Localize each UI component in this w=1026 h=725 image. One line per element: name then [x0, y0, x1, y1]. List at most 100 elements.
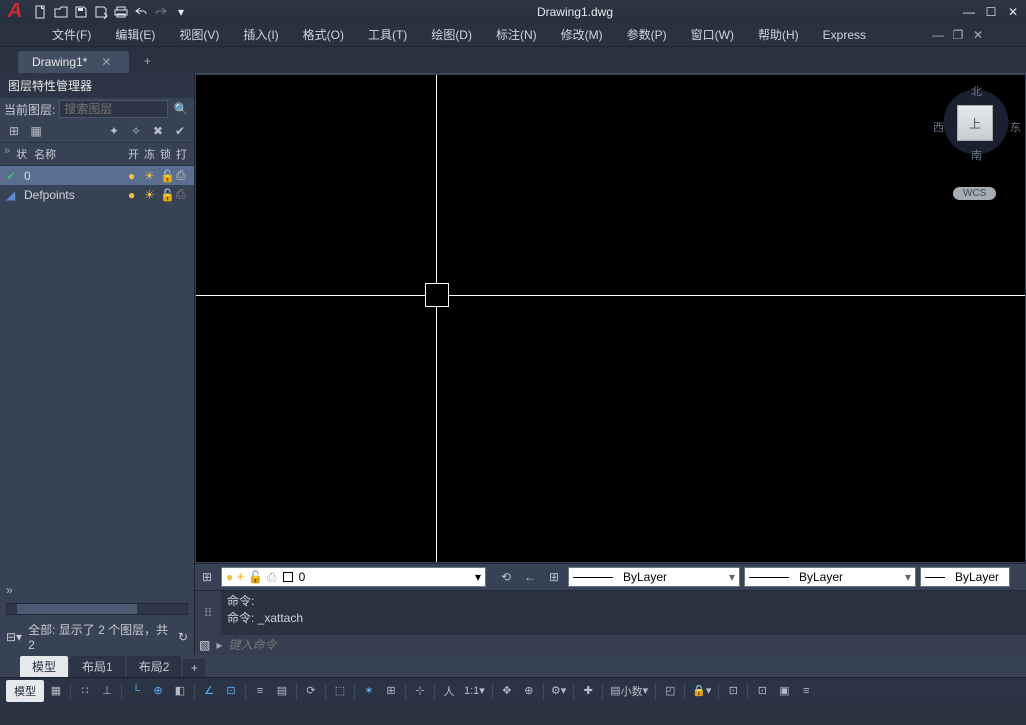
layer-row[interactable]: ✔ 0 ● ☀ 🔓 ⎙	[0, 166, 194, 185]
selection-filter-icon[interactable]: ⊞	[381, 680, 401, 702]
polar-icon[interactable]: ⊕	[148, 680, 168, 702]
set-current-icon[interactable]: ✔	[170, 122, 190, 140]
print-icon[interactable]	[112, 3, 130, 21]
undo-icon[interactable]	[132, 3, 150, 21]
menu-tools[interactable]: 工具(T)	[356, 23, 419, 46]
workspace-icon[interactable]: ⚙▾	[548, 680, 569, 702]
search-icon[interactable]: 🔍	[172, 100, 190, 118]
menu-window[interactable]: 窗口(W)	[679, 23, 746, 46]
units-button[interactable]: ▤ 小数▾	[607, 680, 651, 702]
view-cube[interactable]: 北 南 东 西 上 WCS	[931, 75, 1021, 205]
add-layout-tab[interactable]: +	[183, 659, 205, 677]
scale-button[interactable]: 1:1▾	[461, 680, 488, 702]
autoscale-icon[interactable]: ⊕	[519, 680, 539, 702]
layout-tab-model[interactable]: 模型	[20, 656, 68, 677]
minimize-button[interactable]: —	[960, 4, 978, 20]
doc-restore-button[interactable]: ❐	[950, 28, 966, 42]
compass-south[interactable]: 南	[971, 147, 982, 163]
lock-ui-icon[interactable]: 🔒▾	[689, 680, 714, 702]
cycle-icon[interactable]: ⟳	[301, 680, 321, 702]
3dosnap-icon[interactable]: ⬚	[330, 680, 350, 702]
refresh-icon[interactable]: ↻	[178, 630, 188, 644]
expand-panel-icon[interactable]: »	[6, 583, 188, 597]
col-freeze[interactable]: 冻	[142, 145, 158, 163]
lineweight-icon[interactable]: ≡	[250, 680, 270, 702]
on-icon[interactable]: ●	[126, 188, 142, 202]
otrack-icon[interactable]: ⊡	[221, 680, 241, 702]
menu-insert[interactable]: 插入(I)	[231, 23, 290, 46]
new-icon[interactable]	[32, 3, 50, 21]
menu-help[interactable]: 帮助(H)	[746, 23, 811, 46]
clean-screen-icon[interactable]: ▣	[774, 680, 794, 702]
command-handle-icon[interactable]: ⠿	[195, 591, 221, 635]
infer-icon[interactable]: ⊥	[97, 680, 117, 702]
new-layer-icon[interactable]: ✦	[104, 122, 124, 140]
osnap-icon[interactable]: ∠	[199, 680, 219, 702]
match-layer-icon[interactable]: ⟲	[495, 566, 517, 588]
on-icon[interactable]: ●	[126, 169, 142, 183]
layer-previous-icon[interactable]: ←	[519, 566, 541, 588]
isolate-icon[interactable]: ⊡	[723, 680, 743, 702]
menu-format[interactable]: 格式(O)	[291, 23, 356, 46]
layer-horizontal-scrollbar[interactable]	[6, 603, 188, 615]
compass-west[interactable]: 西	[933, 119, 944, 135]
menu-draw[interactable]: 绘图(D)	[419, 23, 484, 46]
layer-combo[interactable]: ●☀ 🔓⎙ 0 ▾	[221, 567, 486, 587]
menu-modify[interactable]: 修改(M)	[549, 23, 615, 46]
saveas-icon[interactable]	[92, 3, 110, 21]
document-tab[interactable]: Drawing1* ✕	[18, 51, 129, 73]
menu-edit[interactable]: 编辑(E)	[103, 23, 167, 46]
gizmo-icon[interactable]: ⊹	[410, 680, 430, 702]
hardware-accel-icon[interactable]: ⊡	[752, 680, 772, 702]
compass-north[interactable]: 北	[971, 83, 982, 99]
transparency-icon[interactable]: ▤	[272, 680, 292, 702]
expand-tree-icon[interactable]: »	[4, 145, 14, 163]
command-prompt-icon[interactable]: ▧	[199, 638, 210, 652]
iso-icon[interactable]: ◧	[170, 680, 190, 702]
freeze-icon[interactable]: ☀	[142, 169, 158, 183]
compass-east[interactable]: 东	[1010, 119, 1021, 135]
linetype-combo[interactable]: ByLayer ▾	[568, 567, 740, 587]
command-input[interactable]	[228, 638, 1022, 652]
menu-file[interactable]: 文件(F)	[40, 23, 103, 46]
wcs-badge[interactable]: WCS	[953, 187, 996, 200]
redo-icon[interactable]	[152, 3, 170, 21]
invert-filter-icon[interactable]: ⊟▾	[6, 630, 22, 644]
ortho-icon[interactable]: └	[126, 680, 146, 702]
save-icon[interactable]	[72, 3, 90, 21]
snap-icon[interactable]: ∷	[75, 680, 95, 702]
status-model-button[interactable]: 模型	[6, 680, 44, 702]
col-lock[interactable]: 锁	[158, 145, 174, 163]
plot-icon[interactable]: ⎙	[174, 187, 190, 202]
quick-props-icon[interactable]: ◰	[660, 680, 680, 702]
menu-parametric[interactable]: 参数(P)	[615, 23, 679, 46]
add-document-tab[interactable]: +	[137, 51, 157, 71]
lock-icon[interactable]: 🔓	[158, 188, 174, 202]
new-layer-freeze-icon[interactable]: ✧	[126, 122, 146, 140]
open-icon[interactable]	[52, 3, 70, 21]
lineweight-combo[interactable]: ByLayer ▾	[744, 567, 916, 587]
doc-minimize-button[interactable]: —	[930, 28, 946, 42]
menu-dimension[interactable]: 标注(N)	[484, 23, 549, 46]
view-cube-top[interactable]: 上	[957, 105, 993, 141]
plot-icon[interactable]: ⎙	[174, 168, 190, 183]
layer-search-input[interactable]	[59, 100, 168, 118]
col-status[interactable]: 状	[14, 145, 32, 163]
layer-state-icon[interactable]: ⊞	[543, 566, 565, 588]
dyn-ucs-icon[interactable]: ✶	[359, 680, 379, 702]
col-on[interactable]: 开	[126, 145, 142, 163]
col-name[interactable]: 名称	[32, 145, 126, 163]
grid-icon[interactable]: ▦	[46, 680, 66, 702]
plotstyle-combo[interactable]: ByLayer	[920, 567, 1010, 587]
freeze-icon[interactable]: ☀	[142, 188, 158, 202]
qat-dropdown-icon[interactable]: ▾	[172, 3, 190, 21]
layout-tab[interactable]: 布局1	[70, 656, 125, 677]
maximize-button[interactable]: ☐	[982, 4, 1000, 20]
filter-icon[interactable]: ⊞	[4, 122, 24, 140]
close-button[interactable]: ✕	[1004, 4, 1022, 20]
close-tab-icon[interactable]: ✕	[101, 55, 111, 69]
delete-layer-icon[interactable]: ✖	[148, 122, 168, 140]
menu-express[interactable]: Express	[811, 25, 878, 45]
new-filter-icon[interactable]: ▦	[26, 122, 46, 140]
annotation-visibility-icon[interactable]: ✥	[497, 680, 517, 702]
